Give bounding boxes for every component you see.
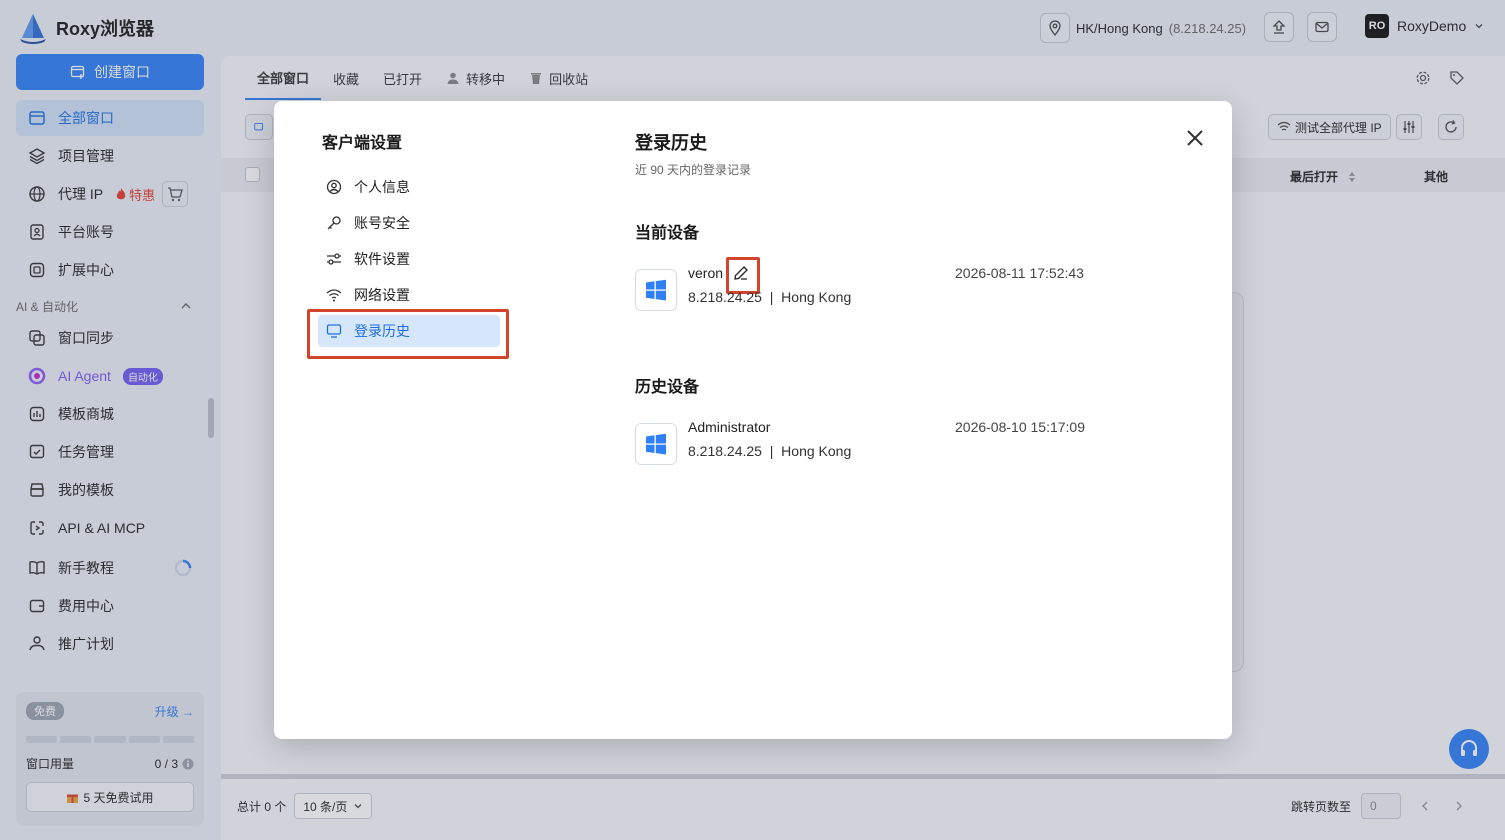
current-device-title: 当前设备 bbox=[635, 225, 700, 242]
device-name: Administrator bbox=[688, 419, 771, 435]
os-tile bbox=[635, 423, 677, 465]
page-subtitle: 近 90 天内的登录记录 bbox=[635, 163, 752, 177]
history-devices-title: 历史设备 bbox=[635, 379, 700, 396]
menu-item-profile[interactable]: 个人信息 bbox=[318, 171, 500, 203]
login-time: 2026-08-11 17:52:43 bbox=[955, 265, 1084, 281]
menu-item-network-settings[interactable]: 网络设置 bbox=[318, 279, 500, 311]
toggle-settings-icon bbox=[327, 253, 341, 265]
client-settings-dialog: 客户端设置 个人信息 账号安全 软件设置 网络设置 登录历史 登录历史 近 90… bbox=[274, 101, 1232, 739]
os-tile bbox=[635, 269, 677, 311]
current-device-row: veron 8.218.24.25 | Hong Kong 2026-08-11… bbox=[635, 257, 1195, 313]
login-history-panel: 登录历史 近 90 天内的登录记录 当前设备 veron 8.218.24.25… bbox=[635, 129, 1195, 465]
menu-item-software-settings[interactable]: 软件设置 bbox=[318, 243, 500, 275]
history-device-row: Administrator 8.218.24.25 | Hong Kong 20… bbox=[635, 419, 1195, 467]
login-time: 2026-08-10 15:17:09 bbox=[955, 419, 1085, 435]
settings-title: 客户端设置 bbox=[322, 135, 403, 152]
key-icon bbox=[327, 216, 341, 230]
wifi-icon bbox=[326, 289, 342, 302]
windows-icon bbox=[646, 433, 666, 455]
highlight-login-history bbox=[307, 309, 509, 359]
menu-item-account-security[interactable]: 账号安全 bbox=[318, 207, 500, 239]
page-title: 登录历史 bbox=[635, 133, 707, 153]
device-meta: 8.218.24.25 | Hong Kong bbox=[688, 289, 852, 305]
user-circle-icon bbox=[326, 179, 342, 195]
device-meta: 8.218.24.25 | Hong Kong bbox=[688, 443, 852, 459]
windows-icon bbox=[646, 279, 666, 301]
device-name: veron bbox=[688, 265, 724, 281]
